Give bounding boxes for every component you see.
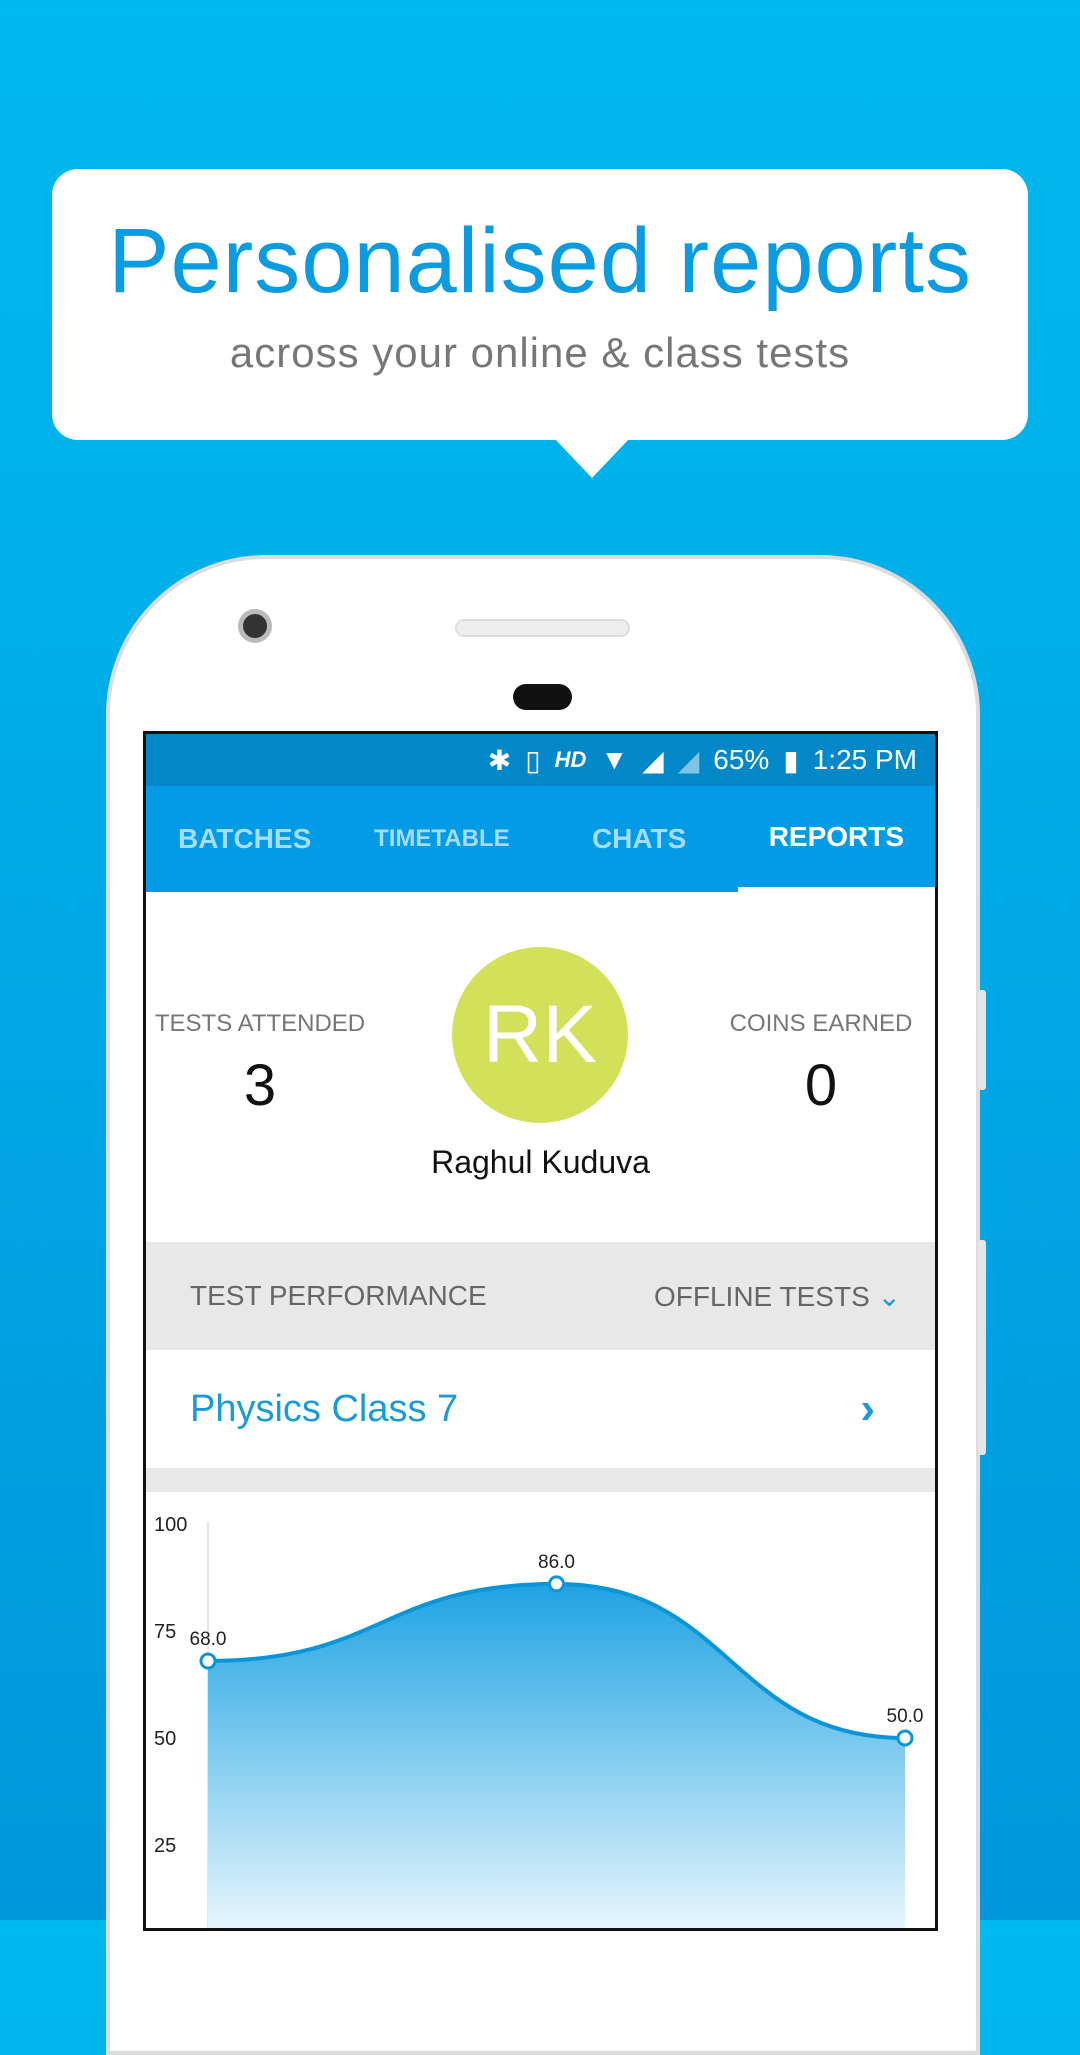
data-point [896, 1729, 914, 1747]
y-tick-label: 25 [154, 1835, 176, 1857]
performance-chart: 100 75 50 25 68.0 86.0 50.0 [154, 1514, 924, 1928]
signal-icon: ◢ [642, 744, 664, 776]
tab-batches[interactable]: BATCHES [146, 786, 343, 892]
divider [146, 1468, 935, 1492]
profile-summary: TESTS ATTENDED 3 RK COINS EARNED 0 Raghu… [146, 892, 935, 1242]
y-tick-label: 100 [154, 1514, 187, 1536]
y-tick-label: 75 [154, 1621, 176, 1643]
chevron-down-icon: ⌄ [877, 1280, 901, 1312]
coins-earned-label: COINS EARNED [729, 1010, 913, 1037]
data-label: 50.0 [887, 1706, 924, 1727]
battery-icon: ▮ [783, 744, 799, 776]
test-type-value: OFFLINE TESTS [654, 1280, 870, 1312]
phone-screen: ✱ ▯ HD ▼ ◢ ◢ 65% ▮ 1:25 PM BATCHES TIMET… [143, 731, 938, 1931]
batch-row[interactable]: Physics Class 7 › [146, 1350, 935, 1468]
vibrate-icon: ▯ [525, 744, 541, 776]
earpiece [513, 684, 572, 710]
tab-timetable[interactable]: TIMETABLE [343, 786, 540, 892]
tab-reports[interactable]: REPORTS [737, 786, 935, 892]
battery-level: 65% [713, 744, 770, 775]
tests-attended-stat: TESTS ATTENDED 3 [146, 1010, 380, 1119]
test-performance-title: TEST PERFORMANCE [190, 1280, 487, 1311]
tab-bar: BATCHES TIMETABLE CHATS REPORTS [146, 786, 935, 892]
data-label: 86.0 [538, 1552, 575, 1573]
promo-bubble: Personalised reports across your online … [52, 169, 1028, 478]
coins-earned-stat: COINS EARNED 0 [701, 1010, 935, 1119]
tests-attended-value: 3 [243, 1053, 277, 1118]
bluetooth-icon: ✱ [487, 744, 512, 776]
power-button [978, 1240, 986, 1455]
signal-empty-icon: ◢ [677, 744, 700, 776]
y-tick-label: 50 [154, 1728, 176, 1750]
test-performance-header: TEST PERFORMANCE OFFLINE TESTS ⌄ [146, 1242, 935, 1350]
clock: 1:25 PM [812, 744, 917, 775]
avatar: RK [452, 947, 628, 1123]
camera-icon [238, 609, 272, 643]
chevron-right-icon: › [860, 1384, 875, 1433]
data-point [199, 1652, 217, 1670]
promo-subheadline: across your online & class tests [229, 329, 851, 376]
batch-name: Physics Class 7 [190, 1387, 459, 1430]
area-fill [208, 1583, 905, 1928]
tab-chats[interactable]: CHATS [541, 786, 738, 892]
status-bar: ✱ ▯ HD ▼ ◢ ◢ 65% ▮ 1:25 PM [146, 734, 935, 786]
volume-button [978, 990, 986, 1090]
data-point [548, 1575, 565, 1593]
user-name: Raghul Kuduva [431, 1144, 650, 1180]
test-type-dropdown[interactable]: OFFLINE TESTS ⌄ [654, 1280, 901, 1313]
data-label: 68.0 [190, 1629, 227, 1650]
hd-icon: HD [554, 747, 587, 772]
speaker-grille [455, 619, 630, 637]
promo-headline: Personalised reports [108, 210, 972, 312]
tests-attended-label: TESTS ATTENDED [154, 1010, 366, 1037]
wifi-icon: ▼ [600, 744, 629, 775]
coins-earned-value: 0 [804, 1053, 838, 1118]
